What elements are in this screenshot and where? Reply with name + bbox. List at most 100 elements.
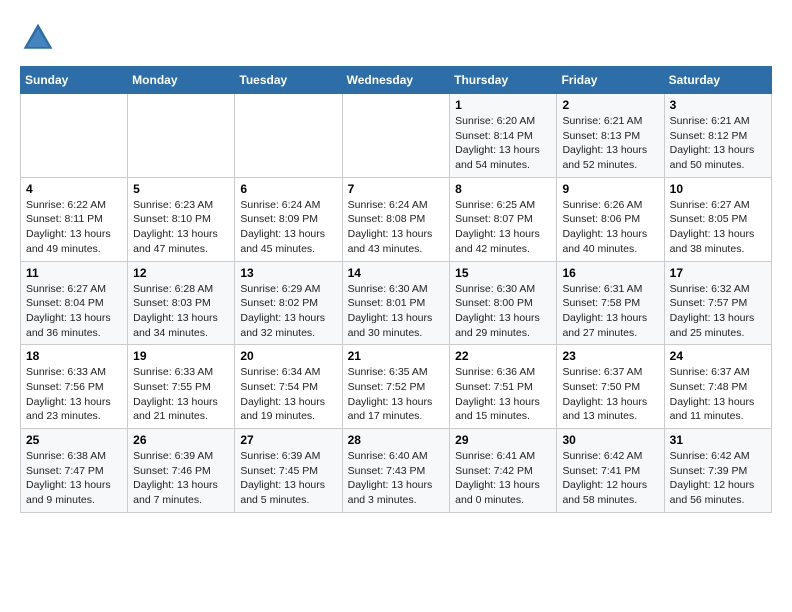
day-number: 10 bbox=[670, 182, 766, 196]
logo bbox=[20, 20, 60, 56]
calendar-cell: 7 Sunrise: 6:24 AM Sunset: 8:08 PM Daylig… bbox=[342, 177, 450, 261]
logo-icon bbox=[20, 20, 56, 56]
calendar-cell: 24 Sunrise: 6:37 AM Sunset: 7:48 PM Dayli… bbox=[664, 345, 771, 429]
day-number: 20 bbox=[240, 349, 336, 363]
day-info: Sunrise: 6:26 AM Sunset: 8:06 PM Dayligh… bbox=[562, 198, 658, 257]
day-number: 22 bbox=[455, 349, 551, 363]
calendar-cell bbox=[342, 94, 450, 178]
day-info: Sunrise: 6:21 AM Sunset: 8:12 PM Dayligh… bbox=[670, 114, 766, 173]
calendar-cell: 4 Sunrise: 6:22 AM Sunset: 8:11 PM Daylig… bbox=[21, 177, 128, 261]
day-number: 29 bbox=[455, 433, 551, 447]
day-number: 14 bbox=[348, 266, 445, 280]
day-number: 5 bbox=[133, 182, 229, 196]
day-number: 15 bbox=[455, 266, 551, 280]
calendar-cell bbox=[235, 94, 342, 178]
calendar-cell: 19 Sunrise: 6:33 AM Sunset: 7:55 PM Dayli… bbox=[128, 345, 235, 429]
calendar-cell bbox=[128, 94, 235, 178]
day-info: Sunrise: 6:37 AM Sunset: 7:48 PM Dayligh… bbox=[670, 365, 766, 424]
day-number: 27 bbox=[240, 433, 336, 447]
calendar-cell: 30 Sunrise: 6:42 AM Sunset: 7:41 PM Dayli… bbox=[557, 429, 664, 513]
day-info: Sunrise: 6:39 AM Sunset: 7:45 PM Dayligh… bbox=[240, 449, 336, 508]
day-info: Sunrise: 6:32 AM Sunset: 7:57 PM Dayligh… bbox=[670, 282, 766, 341]
day-number: 18 bbox=[26, 349, 122, 363]
day-info: Sunrise: 6:38 AM Sunset: 7:47 PM Dayligh… bbox=[26, 449, 122, 508]
calendar-cell: 27 Sunrise: 6:39 AM Sunset: 7:45 PM Dayli… bbox=[235, 429, 342, 513]
calendar-cell: 13 Sunrise: 6:29 AM Sunset: 8:02 PM Dayli… bbox=[235, 261, 342, 345]
calendar-cell: 5 Sunrise: 6:23 AM Sunset: 8:10 PM Daylig… bbox=[128, 177, 235, 261]
calendar-cell: 29 Sunrise: 6:41 AM Sunset: 7:42 PM Dayli… bbox=[450, 429, 557, 513]
day-number: 6 bbox=[240, 182, 336, 196]
calendar-cell: 17 Sunrise: 6:32 AM Sunset: 7:57 PM Dayli… bbox=[664, 261, 771, 345]
weekday-header-sunday: Sunday bbox=[21, 67, 128, 94]
day-info: Sunrise: 6:40 AM Sunset: 7:43 PM Dayligh… bbox=[348, 449, 445, 508]
weekday-header-saturday: Saturday bbox=[664, 67, 771, 94]
day-number: 3 bbox=[670, 98, 766, 112]
day-number: 12 bbox=[133, 266, 229, 280]
calendar-table: SundayMondayTuesdayWednesdayThursdayFrid… bbox=[20, 66, 772, 513]
weekday-header-friday: Friday bbox=[557, 67, 664, 94]
day-info: Sunrise: 6:21 AM Sunset: 8:13 PM Dayligh… bbox=[562, 114, 658, 173]
day-number: 13 bbox=[240, 266, 336, 280]
day-number: 11 bbox=[26, 266, 122, 280]
day-number: 28 bbox=[348, 433, 445, 447]
calendar-cell: 3 Sunrise: 6:21 AM Sunset: 8:12 PM Daylig… bbox=[664, 94, 771, 178]
day-number: 24 bbox=[670, 349, 766, 363]
day-number: 16 bbox=[562, 266, 658, 280]
calendar-cell bbox=[21, 94, 128, 178]
day-info: Sunrise: 6:31 AM Sunset: 7:58 PM Dayligh… bbox=[562, 282, 658, 341]
week-row-2: 4 Sunrise: 6:22 AM Sunset: 8:11 PM Daylig… bbox=[21, 177, 772, 261]
calendar-cell: 6Sunrise: 6:24 AM Sunset: 8:09 PM Daylig… bbox=[235, 177, 342, 261]
day-info: Sunrise: 6:24 AM Sunset: 8:08 PM Dayligh… bbox=[348, 198, 445, 257]
day-info: Sunrise: 6:20 AM Sunset: 8:14 PM Dayligh… bbox=[455, 114, 551, 173]
day-info: Sunrise: 6:23 AM Sunset: 8:10 PM Dayligh… bbox=[133, 198, 229, 257]
day-info: Sunrise: 6:37 AM Sunset: 7:50 PM Dayligh… bbox=[562, 365, 658, 424]
page-header bbox=[20, 20, 772, 56]
weekday-header-tuesday: Tuesday bbox=[235, 67, 342, 94]
calendar-cell: 2 Sunrise: 6:21 AM Sunset: 8:13 PM Daylig… bbox=[557, 94, 664, 178]
day-info: Sunrise: 6:33 AM Sunset: 7:56 PM Dayligh… bbox=[26, 365, 122, 424]
day-number: 1 bbox=[455, 98, 551, 112]
day-number: 26 bbox=[133, 433, 229, 447]
day-number: 9 bbox=[562, 182, 658, 196]
day-info: Sunrise: 6:30 AM Sunset: 8:01 PM Dayligh… bbox=[348, 282, 445, 341]
calendar-cell: 31 Sunrise: 6:42 AM Sunset: 7:39 PM Dayli… bbox=[664, 429, 771, 513]
day-number: 23 bbox=[562, 349, 658, 363]
calendar-cell: 20Sunrise: 6:34 AM Sunset: 7:54 PM Dayli… bbox=[235, 345, 342, 429]
week-row-4: 18 Sunrise: 6:33 AM Sunset: 7:56 PM Dayli… bbox=[21, 345, 772, 429]
weekday-header-wednesday: Wednesday bbox=[342, 67, 450, 94]
calendar-cell: 15 Sunrise: 6:30 AM Sunset: 8:00 PM Dayli… bbox=[450, 261, 557, 345]
day-info: Sunrise: 6:27 AM Sunset: 8:05 PM Dayligh… bbox=[670, 198, 766, 257]
day-number: 17 bbox=[670, 266, 766, 280]
day-info: Sunrise: 6:42 AM Sunset: 7:41 PM Dayligh… bbox=[562, 449, 658, 508]
day-info: Sunrise: 6:27 AM Sunset: 8:04 PM Dayligh… bbox=[26, 282, 122, 341]
day-number: 8 bbox=[455, 182, 551, 196]
day-number: 31 bbox=[670, 433, 766, 447]
calendar-cell: 21 Sunrise: 6:35 AM Sunset: 7:52 PM Dayli… bbox=[342, 345, 450, 429]
day-info: Sunrise: 6:35 AM Sunset: 7:52 PM Dayligh… bbox=[348, 365, 445, 424]
weekday-header-thursday: Thursday bbox=[450, 67, 557, 94]
day-info: Sunrise: 6:22 AM Sunset: 8:11 PM Dayligh… bbox=[26, 198, 122, 257]
day-number: 19 bbox=[133, 349, 229, 363]
calendar-cell: 23 Sunrise: 6:37 AM Sunset: 7:50 PM Dayli… bbox=[557, 345, 664, 429]
weekday-header-row: SundayMondayTuesdayWednesdayThursdayFrid… bbox=[21, 67, 772, 94]
calendar-cell: 12Sunrise: 6:28 AM Sunset: 8:03 PM Dayli… bbox=[128, 261, 235, 345]
day-info: Sunrise: 6:41 AM Sunset: 7:42 PM Dayligh… bbox=[455, 449, 551, 508]
day-number: 21 bbox=[348, 349, 445, 363]
day-info: Sunrise: 6:39 AM Sunset: 7:46 PM Dayligh… bbox=[133, 449, 229, 508]
day-info: Sunrise: 6:33 AM Sunset: 7:55 PM Dayligh… bbox=[133, 365, 229, 424]
day-info: Sunrise: 6:42 AM Sunset: 7:39 PM Dayligh… bbox=[670, 449, 766, 508]
day-info: Sunrise: 6:30 AM Sunset: 8:00 PM Dayligh… bbox=[455, 282, 551, 341]
day-number: 4 bbox=[26, 182, 122, 196]
day-number: 30 bbox=[562, 433, 658, 447]
day-number: 2 bbox=[562, 98, 658, 112]
calendar-cell: 18 Sunrise: 6:33 AM Sunset: 7:56 PM Dayli… bbox=[21, 345, 128, 429]
calendar-cell: 28 Sunrise: 6:40 AM Sunset: 7:43 PM Dayli… bbox=[342, 429, 450, 513]
day-number: 7 bbox=[348, 182, 445, 196]
week-row-1: 1 Sunrise: 6:20 AM Sunset: 8:14 PM Daylig… bbox=[21, 94, 772, 178]
calendar-cell: 22Sunrise: 6:36 AM Sunset: 7:51 PM Dayli… bbox=[450, 345, 557, 429]
weekday-header-monday: Monday bbox=[128, 67, 235, 94]
calendar-cell: 14 Sunrise: 6:30 AM Sunset: 8:01 PM Dayli… bbox=[342, 261, 450, 345]
week-row-5: 25Sunrise: 6:38 AM Sunset: 7:47 PM Dayli… bbox=[21, 429, 772, 513]
calendar-cell: 11 Sunrise: 6:27 AM Sunset: 8:04 PM Dayli… bbox=[21, 261, 128, 345]
day-info: Sunrise: 6:29 AM Sunset: 8:02 PM Dayligh… bbox=[240, 282, 336, 341]
